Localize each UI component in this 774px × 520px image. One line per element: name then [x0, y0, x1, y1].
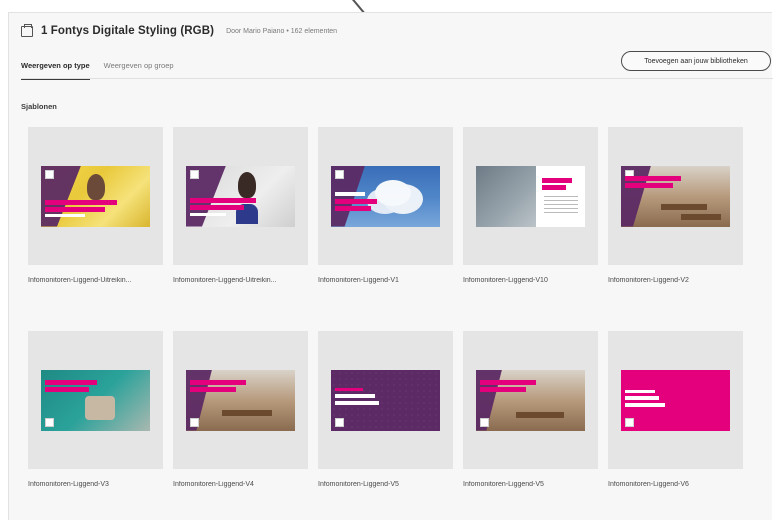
headline-bar: [480, 386, 526, 392]
template-thumbnail-frame: [608, 331, 743, 469]
headline-bar: [190, 386, 236, 392]
template-card[interactable]: Infomonitoren-Liggend-Uitreikin...: [173, 127, 308, 331]
template-thumbnail-frame: [318, 127, 453, 265]
template-thumbnail: [331, 369, 440, 431]
headline-bar: [335, 198, 377, 204]
library-header: 1 Fontys Digitale Styling (RGB) Door Mar…: [21, 23, 338, 37]
template-thumbnail-frame: [463, 127, 598, 265]
template-card[interactable]: Infomonitoren-Liggend-V2: [608, 127, 743, 331]
logo-mark: [480, 417, 489, 427]
template-thumbnail-frame: [463, 331, 598, 469]
library-subtitle: Door Mario Paiano • 162 elementen: [226, 27, 338, 35]
template-thumbnail: [476, 165, 585, 227]
template-card-label: Infomonitoren-Liggend-V6: [608, 481, 689, 488]
template-card[interactable]: Infomonitoren-Liggend-V5: [318, 331, 453, 520]
headline-bar: [542, 184, 566, 190]
subline-bar: [190, 212, 226, 216]
template-thumbnail-frame: [173, 127, 308, 265]
template-card-label: Infomonitoren-Liggend-V5: [318, 481, 399, 488]
template-thumbnail-frame: [318, 331, 453, 469]
template-thumbnail: [41, 369, 150, 431]
template-thumbnail: [621, 369, 730, 431]
library-title: 1 Fontys Digitale Styling (RGB): [41, 25, 215, 37]
headline-bar: [625, 389, 655, 393]
top-strip: [0, 0, 774, 10]
logo-mark: [45, 417, 54, 427]
subline-bar: [45, 213, 85, 217]
headline-bar: [45, 379, 97, 385]
furniture-shape: [681, 213, 721, 220]
section-heading-templates: Sjablonen: [21, 102, 57, 111]
headline-bar: [335, 393, 375, 398]
headline-bar: [335, 205, 371, 211]
body-text-lines: [544, 195, 578, 214]
portrait-figure: [238, 171, 256, 198]
headline-bar: [625, 395, 659, 400]
logo-mark: [45, 169, 54, 179]
furniture-shape: [222, 409, 272, 416]
template-grid: Infomonitoren-Liggend-Uitreikin... Infom…: [28, 127, 743, 520]
template-thumbnail-frame: [28, 331, 163, 469]
logo-mark: [190, 417, 199, 427]
template-card[interactable]: Infomonitoren-Liggend-V4: [173, 331, 308, 520]
template-card[interactable]: Infomonitoren-Liggend-Uitreikin...: [28, 127, 163, 331]
add-to-libraries-button[interactable]: Toevoegen aan jouw bibliotheken: [621, 51, 771, 71]
headline-bar: [190, 379, 246, 385]
template-thumbnail: [186, 165, 295, 227]
logo-mark: [335, 169, 344, 179]
headline-bar: [480, 379, 536, 385]
cloud-image: [375, 179, 411, 206]
library-icon: [21, 23, 33, 37]
template-card[interactable]: Infomonitoren-Liggend-V6: [608, 331, 743, 520]
portrait-figure: [87, 173, 105, 200]
template-card[interactable]: Infomonitoren-Liggend-V1: [318, 127, 453, 331]
logo-mark: [190, 169, 199, 179]
template-card-label: Infomonitoren-Liggend-Uitreikin...: [173, 277, 277, 284]
template-thumbnail-frame: [608, 127, 743, 265]
furniture-shape: [516, 411, 564, 418]
logo-mark: [335, 417, 344, 427]
template-card[interactable]: Infomonitoren-Liggend-V5: [463, 331, 598, 520]
template-card[interactable]: Infomonitoren-Liggend-V3: [28, 331, 163, 520]
furniture-shape: [661, 203, 707, 210]
headline-bar: [335, 191, 365, 196]
headline-bar: [625, 175, 681, 181]
template-thumbnail-frame: [173, 331, 308, 469]
template-card-label: Infomonitoren-Liggend-V5: [463, 481, 544, 488]
headline-bar: [45, 206, 105, 212]
template-card-label: Infomonitoren-Liggend-V10: [463, 277, 548, 284]
logo-mark: [625, 417, 634, 427]
template-thumbnail-frame: [28, 127, 163, 265]
people-image: [85, 395, 115, 420]
template-card-label: Infomonitoren-Liggend-V3: [28, 481, 109, 488]
library-panel: 1 Fontys Digitale Styling (RGB) Door Mar…: [8, 12, 773, 520]
template-thumbnail: [331, 165, 440, 227]
headline-bar: [190, 204, 244, 210]
headline-bar: [45, 199, 117, 205]
headline-bar: [45, 386, 89, 392]
template-card-label: Infomonitoren-Liggend-V1: [318, 277, 399, 284]
headline-bar: [625, 182, 673, 188]
template-thumbnail: [621, 165, 730, 227]
template-card-label: Infomonitoren-Liggend-V2: [608, 277, 689, 284]
headline-bar: [335, 400, 379, 405]
template-card-label: Infomonitoren-Liggend-Uitreikin...: [28, 277, 132, 284]
template-card-label: Infomonitoren-Liggend-V4: [173, 481, 254, 488]
headline-bar: [190, 197, 256, 203]
template-card[interactable]: Infomonitoren-Liggend-V10: [463, 127, 598, 331]
headline-bar: [542, 177, 572, 183]
template-thumbnail: [476, 369, 585, 431]
template-thumbnail: [41, 165, 150, 227]
tabs-divider: [21, 78, 773, 79]
template-thumbnail: [186, 369, 295, 431]
headline-bar: [625, 402, 665, 407]
headline-bar: [335, 387, 363, 391]
